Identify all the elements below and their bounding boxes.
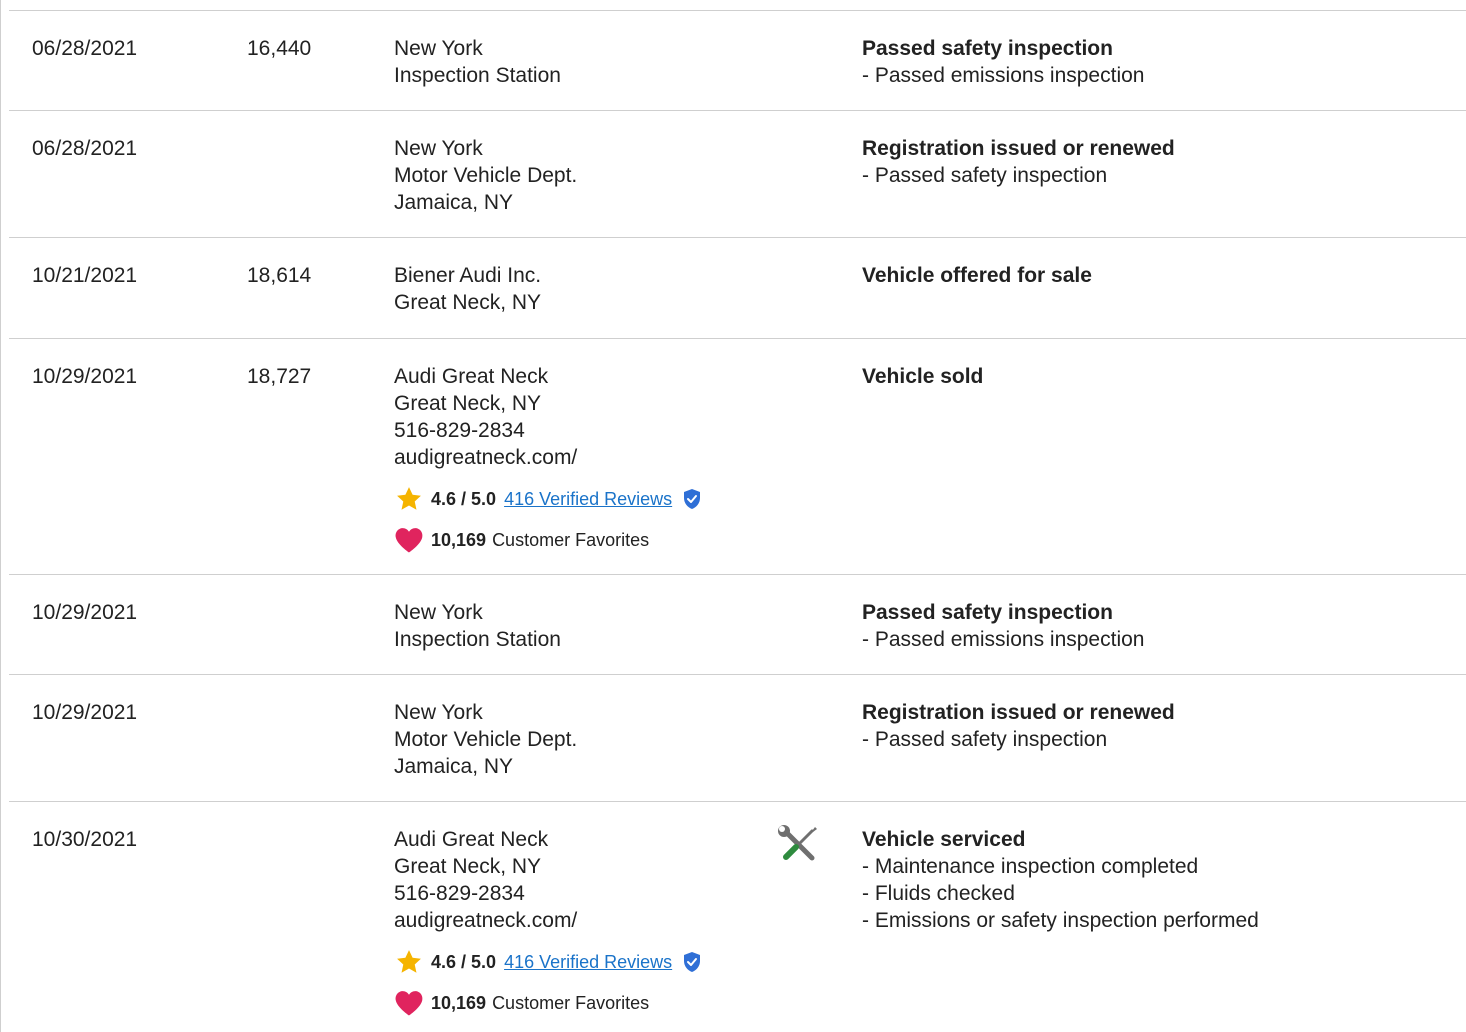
record-details: Vehicle serviced - Maintenance inspectio… bbox=[862, 826, 1462, 934]
dealer-rating: 4.6 / 5.0 416 Verified Reviews bbox=[394, 948, 774, 976]
heart-icon bbox=[395, 528, 423, 553]
source-line: New York bbox=[394, 701, 483, 724]
source-line: Inspection Station bbox=[394, 628, 561, 651]
details-item: - Passed safety inspection bbox=[862, 728, 1108, 751]
verified-shield-icon bbox=[684, 952, 701, 972]
dealer-rating: 4.6 / 5.0 416 Verified Reviews bbox=[394, 485, 774, 513]
favorites-count: 10,169 bbox=[431, 530, 487, 550]
history-row: 06/28/2021 New York Motor Vehicle Dept. … bbox=[9, 111, 1466, 238]
record-source: New York Motor Vehicle Dept. Jamaica, NY bbox=[394, 699, 774, 780]
source-line: New York bbox=[394, 601, 483, 624]
details-item: - Maintenance inspection completed bbox=[862, 855, 1199, 878]
heart-icon bbox=[395, 991, 423, 1016]
details-item: - Fluids checked bbox=[862, 882, 1015, 905]
details-title: Vehicle sold bbox=[862, 365, 984, 388]
favorites-label: Customer Favorites bbox=[492, 993, 650, 1013]
odometer-reading: 18,727 bbox=[247, 365, 312, 388]
source-line: Jamaica, NY bbox=[394, 755, 514, 778]
source-line: New York bbox=[394, 37, 483, 60]
odometer-reading: 16,440 bbox=[247, 37, 312, 60]
details-title: Registration issued or renewed bbox=[862, 701, 1175, 724]
source-line: Audi Great Neck bbox=[394, 828, 549, 851]
star-icon bbox=[397, 487, 421, 510]
details-title: Vehicle serviced bbox=[862, 828, 1026, 851]
record-source: New York Inspection Station bbox=[394, 35, 774, 89]
service-tools-icon bbox=[778, 825, 817, 861]
source-line: Great Neck, NY bbox=[394, 291, 542, 314]
history-row: 10/30/2021 Audi Great Neck Great Neck, N… bbox=[9, 802, 1466, 1032]
source-line: audigreatneck.com/ bbox=[394, 909, 578, 932]
verified-shield-icon bbox=[684, 489, 701, 509]
verified-reviews-link[interactable]: 416 Verified Reviews bbox=[504, 950, 672, 974]
record-source: New York Motor Vehicle Dept. Jamaica, NY bbox=[394, 135, 774, 216]
record-source: Audi Great Neck Great Neck, NY 516-829-2… bbox=[394, 826, 774, 1017]
customer-favorites: 10,169 Customer Favorites bbox=[394, 989, 774, 1017]
source-line: New York bbox=[394, 137, 483, 160]
record-details: Passed safety inspection - Passed emissi… bbox=[862, 599, 1462, 653]
history-row: 10/21/2021 18,614 Biener Audi Inc. Great… bbox=[9, 238, 1466, 339]
favorites-label: Customer Favorites bbox=[492, 530, 650, 550]
details-item: - Emissions or safety inspection perform… bbox=[862, 909, 1259, 932]
history-row: 10/29/2021 New York Inspection Station P… bbox=[9, 575, 1466, 675]
record-details: Vehicle offered for sale bbox=[862, 262, 1462, 289]
history-row: 06/28/2021 16,440 New York Inspection St… bbox=[9, 11, 1466, 111]
details-title: Passed safety inspection bbox=[862, 37, 1113, 60]
record-date: 06/28/2021 bbox=[32, 137, 138, 160]
record-source: Audi Great Neck Great Neck, NY 516-829-2… bbox=[394, 363, 774, 554]
rating-score: 4.6 / 5.0 bbox=[431, 952, 497, 972]
details-title: Registration issued or renewed bbox=[862, 137, 1175, 160]
record-date: 10/29/2021 bbox=[32, 701, 138, 724]
source-line: Motor Vehicle Dept. bbox=[394, 164, 578, 187]
record-source: Biener Audi Inc. Great Neck, NY bbox=[394, 262, 774, 316]
star-icon bbox=[397, 950, 421, 973]
record-date: 10/29/2021 bbox=[32, 365, 138, 388]
details-title: Passed safety inspection bbox=[862, 601, 1113, 624]
rating-score: 4.6 / 5.0 bbox=[431, 489, 497, 509]
source-line: Motor Vehicle Dept. bbox=[394, 728, 578, 751]
source-line: Jamaica, NY bbox=[394, 191, 514, 214]
record-details: Passed safety inspection - Passed emissi… bbox=[862, 35, 1462, 89]
source-line: audigreatneck.com/ bbox=[394, 446, 578, 469]
details-title: Vehicle offered for sale bbox=[862, 264, 1092, 287]
odometer-reading: 18,614 bbox=[247, 264, 312, 287]
source-line: Great Neck, NY bbox=[394, 855, 542, 878]
record-source: New York Inspection Station bbox=[394, 599, 774, 653]
history-row: 10/29/2021 New York Motor Vehicle Dept. … bbox=[9, 675, 1466, 802]
source-line: Great Neck, NY bbox=[394, 392, 542, 415]
history-row: 10/29/2021 18,727 Audi Great Neck Great … bbox=[9, 339, 1466, 575]
record-date: 10/21/2021 bbox=[32, 264, 138, 287]
record-date: 10/30/2021 bbox=[32, 828, 138, 851]
vehicle-history-table: 06/28/2021 16,440 New York Inspection St… bbox=[0, 0, 1466, 1032]
details-item: - Passed emissions inspection bbox=[862, 64, 1145, 87]
record-details: Registration issued or renewed - Passed … bbox=[862, 135, 1462, 189]
customer-favorites: 10,169 Customer Favorites bbox=[394, 526, 774, 554]
verified-reviews-link[interactable]: 416 Verified Reviews bbox=[504, 487, 672, 511]
record-details: Vehicle sold bbox=[862, 363, 1462, 390]
source-line: Audi Great Neck bbox=[394, 365, 549, 388]
record-date: 06/28/2021 bbox=[32, 37, 138, 60]
source-line: Inspection Station bbox=[394, 64, 561, 87]
source-line: Biener Audi Inc. bbox=[394, 264, 542, 287]
record-details: Registration issued or renewed - Passed … bbox=[862, 699, 1462, 753]
record-date: 10/29/2021 bbox=[32, 601, 138, 624]
details-item: - Passed emissions inspection bbox=[862, 628, 1145, 651]
source-line: 516-829-2834 bbox=[394, 419, 525, 442]
favorites-count: 10,169 bbox=[431, 993, 487, 1013]
details-item: - Passed safety inspection bbox=[862, 164, 1108, 187]
source-line: 516-829-2834 bbox=[394, 882, 525, 905]
